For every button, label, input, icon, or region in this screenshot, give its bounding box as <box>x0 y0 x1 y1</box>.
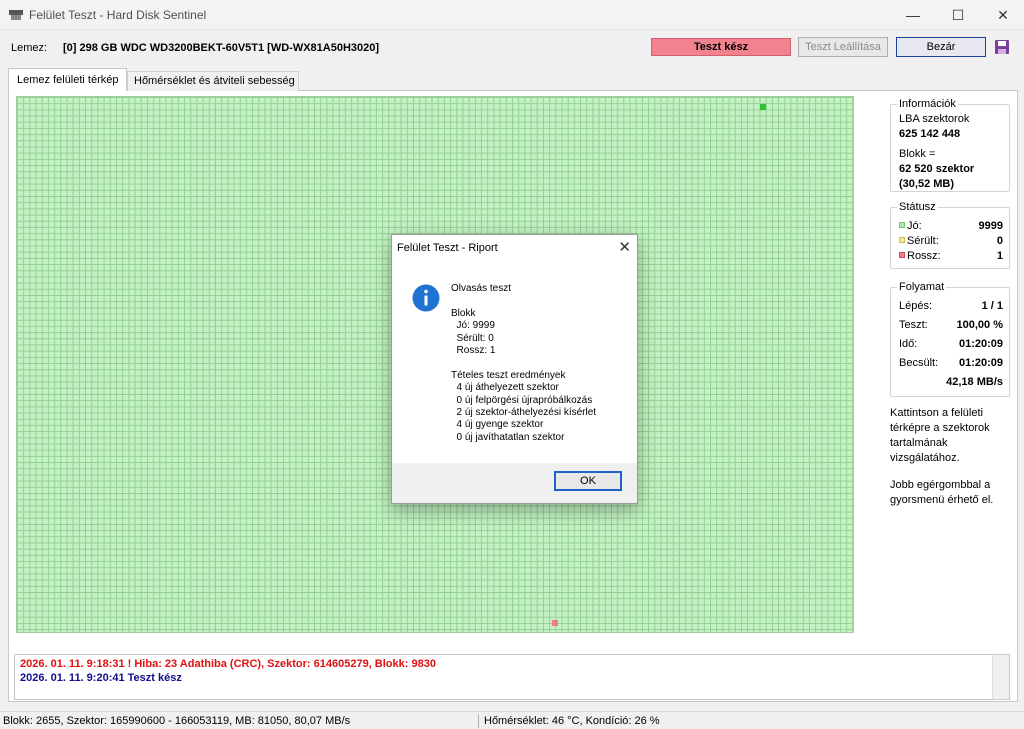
title-bar: Felület Teszt - Hard Disk Sentinel — ☐ ✕ <box>0 0 1024 30</box>
status-title: Státusz <box>897 201 938 213</box>
lba-label: LBA szektorok <box>899 113 970 125</box>
test-value: 100,00 % <box>956 319 1003 331</box>
disk-label: Lemez: <box>11 42 48 54</box>
block-bad[interactable] <box>552 620 558 626</box>
minimize-button[interactable]: — <box>890 0 936 30</box>
close-window-button[interactable]: ✕ <box>980 0 1024 30</box>
disk-value: [0] 298 GB WDC WD3200BEKT-60V5T1 [WD-WX8… <box>63 42 380 54</box>
good-label: Jó: <box>907 220 922 232</box>
dialog-footer: OK <box>392 463 637 503</box>
tab-surface-map[interactable]: Lemez felületi térkép <box>8 68 127 91</box>
bad-swatch <box>899 252 905 258</box>
damaged-label: Sérült: <box>907 235 939 247</box>
estimated-value: 01:20:09 <box>958 357 1003 369</box>
damaged-row: Sérült: <box>899 235 939 247</box>
good-row: Jó: <box>899 220 922 232</box>
statusbar-block-info: Blokk: 2655, Szektor: 165990600 - 166053… <box>3 715 351 727</box>
block-label: Blokk = <box>899 148 936 160</box>
time-label: Idő: <box>899 338 918 350</box>
bad-label: Rossz: <box>907 250 941 262</box>
block-current <box>760 104 766 110</box>
bad-value: 1 <box>996 250 1003 262</box>
good-swatch <box>899 222 905 228</box>
statusbar-divider <box>478 714 479 728</box>
time-value: 01:20:09 <box>958 338 1003 350</box>
damaged-value: 0 <box>996 235 1003 247</box>
damaged-swatch <box>899 237 905 243</box>
step-label: Lépés: <box>899 300 933 312</box>
help-text-click: Kattintson a felületi térképre a szektor… <box>890 407 990 464</box>
lba-value: 625 142 448 <box>899 128 961 140</box>
test-status-badge: Teszt kész <box>651 38 791 56</box>
report-dialog: Felület Teszt - Riport ✕ Olvasás teszt B… <box>391 234 638 504</box>
app-icon <box>9 10 23 20</box>
good-value: 9999 <box>978 220 1003 232</box>
window-title: Felület Teszt - Hard Disk Sentinel <box>29 8 207 22</box>
log-entry-error: 2026. 01. 11. 9:18:31 ! Hiba: 23 Adathib… <box>20 658 436 670</box>
progress-title: Folyamat <box>897 281 947 293</box>
dialog-message: Olvasás teszt Blokk Jó: 9999 Sérült: 0 R… <box>451 283 597 443</box>
tab-temperature-speed[interactable]: Hőmérséklet és átviteli sebesség <box>127 71 299 91</box>
speed-value: 42,18 MB/s <box>946 376 1003 388</box>
log-scrollbar[interactable] <box>992 655 1009 699</box>
event-log[interactable]: 2026. 01. 11. 9:18:31 ! Hiba: 23 Adathib… <box>14 654 1010 700</box>
save-icon[interactable] <box>994 39 1010 55</box>
close-button[interactable]: Bezár <box>896 37 986 57</box>
estimated-label: Becsült: <box>899 357 939 369</box>
ok-button[interactable]: OK <box>554 471 622 491</box>
step-value: 1 / 1 <box>981 300 1003 312</box>
statusbar-temperature: Hőmérséklet: 46 °C, Kondíció: 26 % <box>484 715 660 727</box>
dialog-title: Felület Teszt - Riport <box>397 242 498 254</box>
maximize-button[interactable]: ☐ <box>935 0 981 30</box>
info-group: Információk LBA szektorok 625 142 448 Bl… <box>890 98 1010 192</box>
stop-test-button[interactable]: Teszt Leállítása <box>798 37 888 57</box>
info-icon <box>412 284 440 312</box>
help-text-rightclick: Jobb egérgombbal a gyorsmenü érhető el. <box>890 479 994 506</box>
log-entry-done: 2026. 01. 11. 9:20:41 Teszt kész <box>20 672 182 684</box>
info-title: Információk <box>897 98 958 110</box>
block-sectors: 62 520 szektor <box>899 163 975 175</box>
test-label: Teszt: <box>899 319 928 331</box>
progress-group: Folyamat Lépés: 1 / 1 Teszt: 100,00 % Id… <box>890 281 1010 397</box>
bad-row: Rossz: <box>899 250 941 262</box>
block-mb: (30,52 MB) <box>899 178 955 190</box>
status-bar: Blokk: 2655, Szektor: 165990600 - 166053… <box>0 711 1024 729</box>
dialog-close-icon[interactable]: ✕ <box>618 238 631 256</box>
status-group: Státusz Jó: 9999 Sérült: 0 Rossz: 1 <box>890 201 1010 269</box>
